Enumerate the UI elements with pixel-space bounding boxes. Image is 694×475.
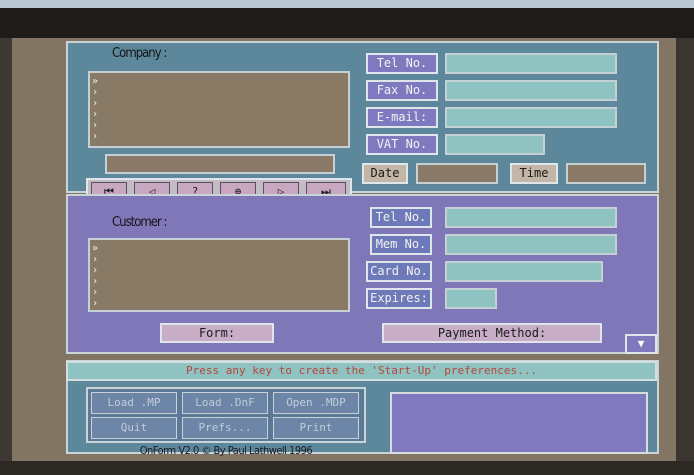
company-vat-field[interactable] <box>445 134 545 155</box>
customer-card-field[interactable] <box>445 261 603 282</box>
payment-method-button[interactable]: Payment Method: <box>382 323 602 343</box>
open-mdp-button[interactable]: Open .MDP <box>273 392 359 414</box>
scroll-down-icon[interactable]: ▼ <box>625 334 657 354</box>
time-button[interactable]: Time <box>510 163 558 184</box>
date-field[interactable] <box>416 163 498 184</box>
company-email-field[interactable] <box>445 107 617 128</box>
customer-list-arrows: » › › › › › <box>92 243 99 309</box>
customer-tel-button[interactable]: Tel No. <box>370 207 432 228</box>
right-border <box>676 38 694 475</box>
customer-expires-button[interactable]: Expires: <box>366 288 432 309</box>
company-email-button[interactable]: E-mail: <box>366 107 438 128</box>
status-message: Press any key to create the 'Start-Up' p… <box>66 361 657 381</box>
load-mp-button[interactable]: Load .MP <box>91 392 177 414</box>
customer-expires-field[interactable] <box>445 288 497 309</box>
company-list-arrows: » › › › › › <box>92 76 99 142</box>
company-label: Company : <box>112 46 167 61</box>
print-button[interactable]: Print <box>273 417 359 439</box>
left-border <box>0 38 12 475</box>
prefs-button[interactable]: Prefs... <box>182 417 268 439</box>
app-screen: Company : » › › › › › Tel No. Fax No. E-… <box>0 0 694 475</box>
customer-card-button[interactable]: Card No. <box>366 261 432 282</box>
customer-mem-button[interactable]: Mem No. <box>370 234 432 255</box>
company-fax-button[interactable]: Fax No. <box>366 80 438 101</box>
command-button-grid: Load .MP Load .DnF Open .MDP Quit Prefs.… <box>86 387 366 443</box>
time-field[interactable] <box>566 163 646 184</box>
company-list[interactable]: » › › › › › <box>88 71 350 148</box>
customer-tel-field[interactable] <box>445 207 617 228</box>
bottom-border <box>0 461 694 475</box>
preview-box <box>390 392 648 454</box>
date-button[interactable]: Date <box>362 163 408 184</box>
screen-title-bar <box>0 0 694 38</box>
load-dnf-button[interactable]: Load .DnF <box>182 392 268 414</box>
form-button[interactable]: Form: <box>160 323 274 343</box>
company-vat-button[interactable]: VAT No. <box>366 134 438 155</box>
quit-button[interactable]: Quit <box>91 417 177 439</box>
credits-text: OnForm V2.0 © By Paul Lathwell 1996 <box>139 444 313 457</box>
customer-mem-field[interactable] <box>445 234 617 255</box>
company-tel-button[interactable]: Tel No. <box>366 53 438 74</box>
company-tel-field[interactable] <box>445 53 617 74</box>
customer-label: Customer : <box>112 215 167 230</box>
customer-list[interactable]: » › › › › › <box>88 238 350 312</box>
company-name-field[interactable] <box>105 154 335 174</box>
company-fax-field[interactable] <box>445 80 617 101</box>
